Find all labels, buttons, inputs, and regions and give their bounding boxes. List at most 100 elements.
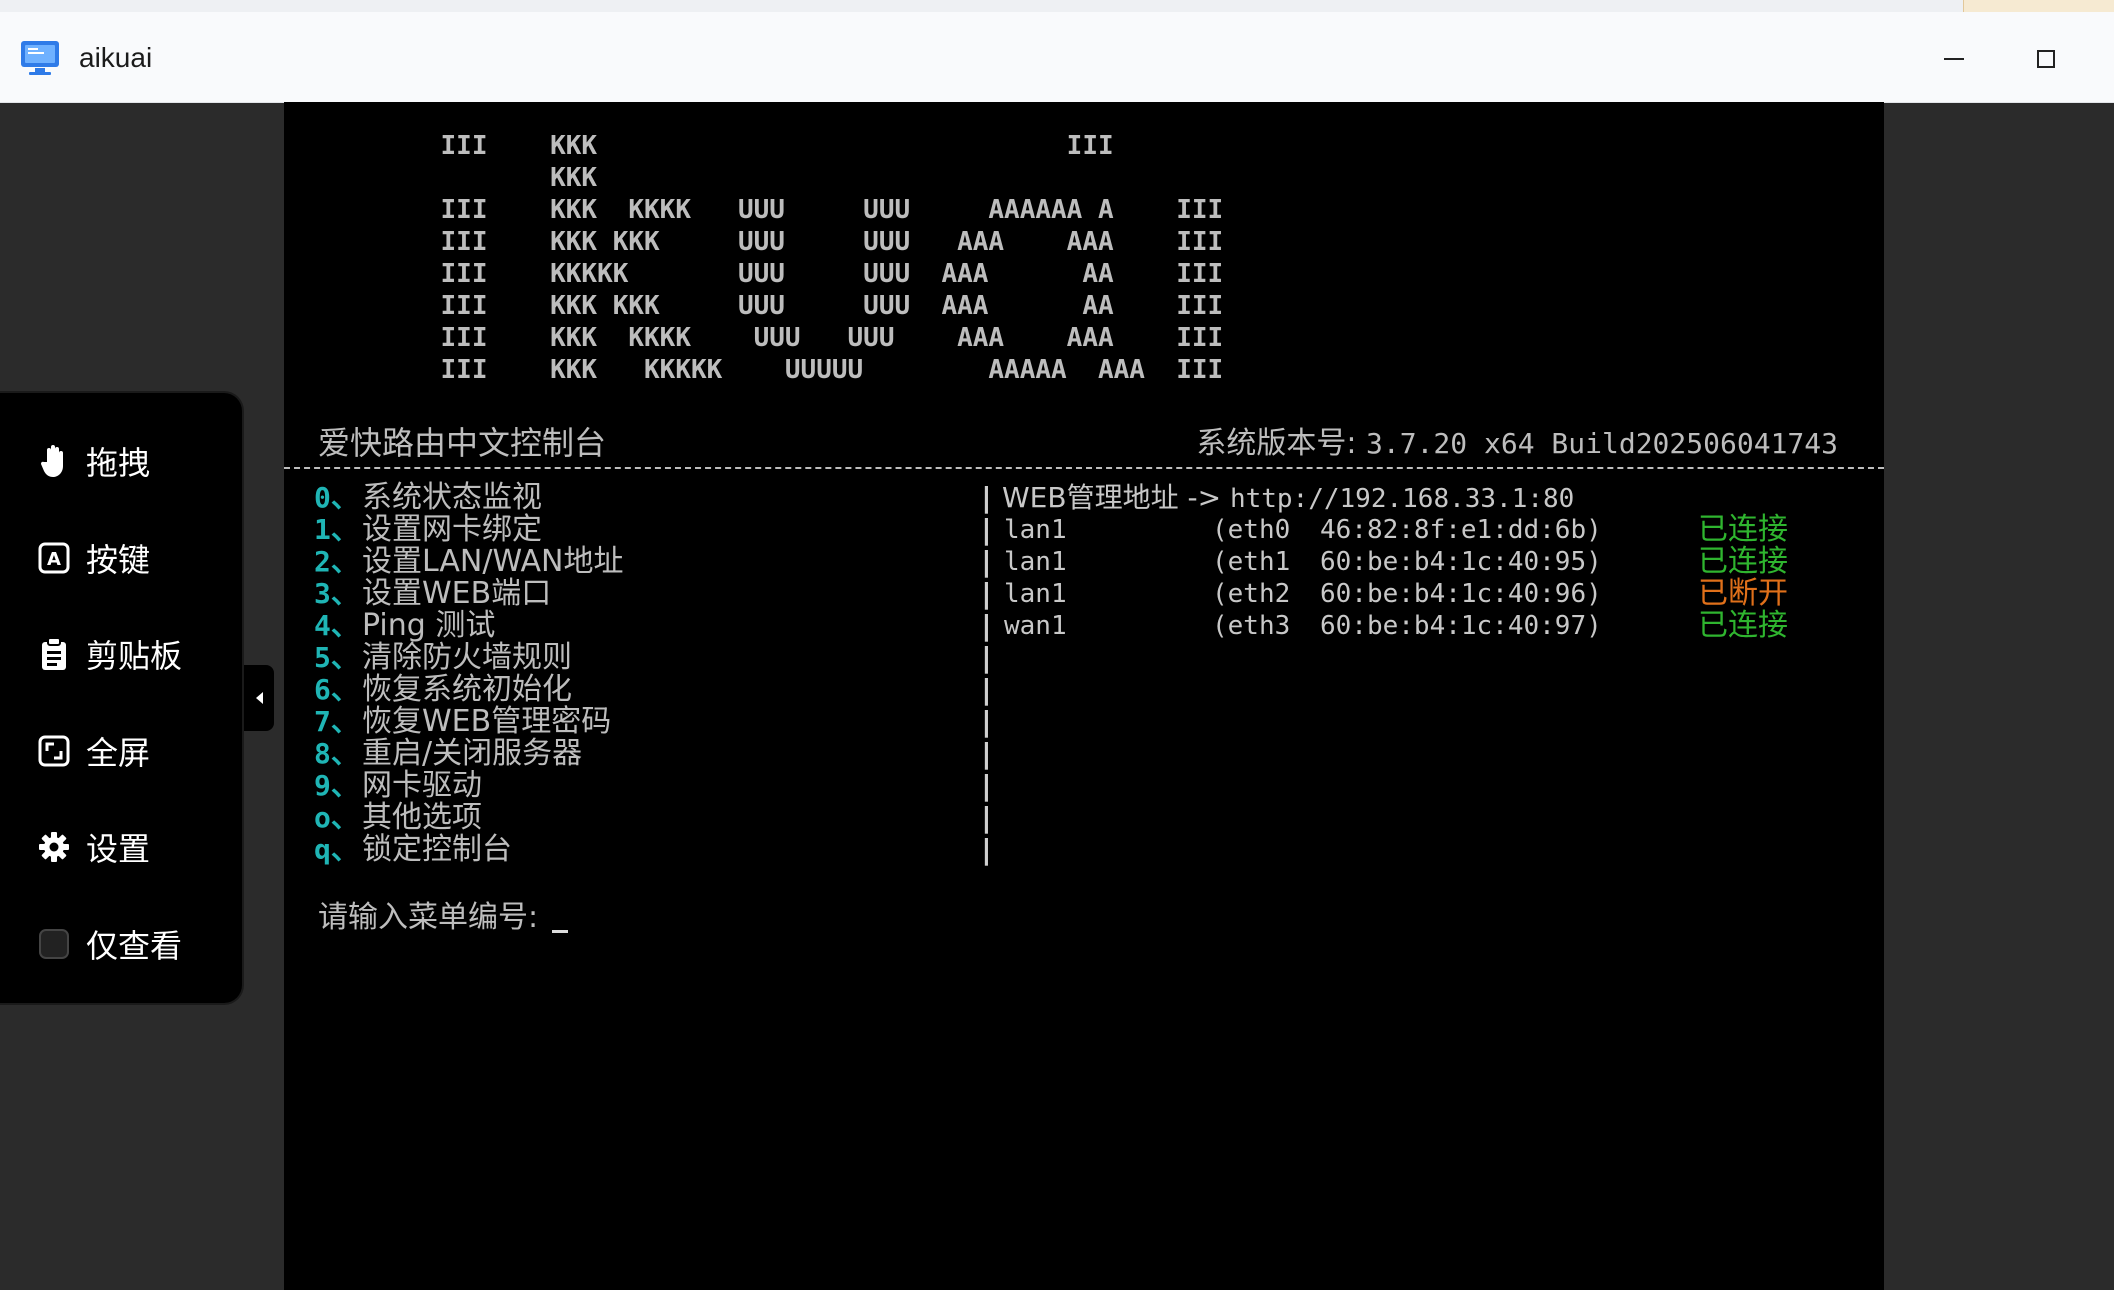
sidebar-item-settings[interactable]: 设置 xyxy=(36,822,150,872)
interface-mac: 46:82:8f:e1:dd:6b) xyxy=(1320,515,1602,545)
menu-item: 2、 设置LAN/WAN地址 xyxy=(314,546,623,578)
menu-text: 设置LAN/WAN地址 xyxy=(362,544,624,579)
interface-name: wan1 xyxy=(1004,611,1067,641)
menu-key: 4、 xyxy=(314,609,359,642)
sidebar-collapse-button[interactable] xyxy=(244,665,274,731)
sidebar-item-label: 拖拽 xyxy=(86,444,151,482)
sidebar-item-drag[interactable]: 拖拽 xyxy=(36,436,150,486)
divider xyxy=(284,467,1884,469)
menu-item: 8、 重启/关闭服务器 xyxy=(314,738,623,770)
web-admin-address: WEB管理地址 -> http://192.168.33.1:80 xyxy=(1002,481,1575,515)
top-strip-accent xyxy=(1963,0,2114,12)
menu-text: 网卡驱动 xyxy=(362,768,482,803)
menu-text: 清除防火墙规则 xyxy=(362,640,572,675)
clipboard-icon xyxy=(36,636,72,672)
interface-eth: (eth3 xyxy=(1212,611,1291,641)
menu-list: 0、 系统状态监视 1、 设置网卡绑定 2、 设置LAN/WAN地址 3、 设置WEB端… xyxy=(314,482,623,866)
version-info: 系统版本号: 3.7.20 x64 Build202506041743 xyxy=(1196,418,1838,462)
status-connected: 已连接 xyxy=(1698,544,1788,579)
menu-text: Ping 测试 xyxy=(362,608,496,643)
status-connected: 已连接 xyxy=(1698,608,1788,643)
interface-name: lan1 xyxy=(1004,579,1067,609)
menu-item: 7、 恢复WEB管理密码 xyxy=(314,706,623,738)
menu-key: 0、 xyxy=(314,481,359,514)
menu-key: 6、 xyxy=(314,673,359,706)
interface-row: lan1 (eth1 60:be:b4:1c:40:95) 已连接 xyxy=(1002,546,1788,578)
interface-eth: (eth2 xyxy=(1212,579,1291,609)
interface-row: wan1 (eth3 60:be:b4:1c:40:97) 已连接 xyxy=(1002,610,1788,642)
interface-name: lan1 xyxy=(1004,547,1067,577)
sidebar-item-label: 全屏 xyxy=(86,734,151,772)
menu-key: o、 xyxy=(314,801,359,834)
menu-key: 8、 xyxy=(314,737,359,770)
menu-key: 7、 xyxy=(314,705,359,738)
menu-item: 5、 清除防火墙规则 xyxy=(314,642,623,674)
interface-row: lan1 (eth0 46:82:8f:e1:dd:6b) 已连接 xyxy=(1002,514,1788,546)
menu-item: 0、 系统状态监视 xyxy=(314,482,623,514)
menu-prompt[interactable]: 请输入菜单编号: xyxy=(318,892,569,936)
menu-item: o、 其他选项 xyxy=(314,802,623,834)
svg-text:A: A xyxy=(47,549,61,570)
menu-text: 其他选项 xyxy=(362,800,482,835)
menu-item: 1、 设置网卡绑定 xyxy=(314,514,623,546)
menu-key: q、 xyxy=(314,833,359,866)
window-title: aikuai xyxy=(79,42,153,73)
menu-text: 设置WEB端口 xyxy=(362,576,552,611)
fullscreen-icon xyxy=(36,733,72,769)
text-cursor xyxy=(552,930,569,933)
sidebar-item-view-only[interactable]: 仅查看 xyxy=(36,919,182,969)
menu-key: 1、 xyxy=(314,513,359,546)
sidebar-item-label: 剪贴板 xyxy=(86,637,183,675)
minimize-button[interactable] xyxy=(1926,34,1982,84)
status-connected: 已连接 xyxy=(1698,512,1788,547)
view-only-checkbox[interactable] xyxy=(39,929,69,959)
title-bar: aikuai xyxy=(0,12,2114,103)
interface-eth: (eth1 xyxy=(1212,547,1291,577)
status-disconnected: 已断开 xyxy=(1698,576,1788,611)
menu-key: 3、 xyxy=(314,577,359,610)
sidebar-item-keys[interactable]: A 按键 xyxy=(36,533,150,583)
sidebar-item-label: 设置 xyxy=(86,830,151,868)
maximize-button[interactable] xyxy=(2018,34,2074,84)
sidebar-item-label: 按键 xyxy=(86,541,151,579)
menu-item: q、 锁定控制台 xyxy=(314,834,623,866)
version-value: 3.7.20 x64 Build202506041743 xyxy=(1365,427,1838,460)
ascii-logo: III KKK III KKK III KKK KKKK UUU UUU AAA… xyxy=(440,131,1224,385)
interface-eth: (eth0 xyxy=(1212,515,1291,545)
column-separator: | | | | | | | | | | | | xyxy=(978,481,995,866)
checkbox-wrap xyxy=(36,926,72,962)
interface-mac: 60:be:b4:1c:40:95) xyxy=(1320,547,1602,577)
prompt-label: 请输入菜单编号: xyxy=(318,900,539,935)
minimize-icon xyxy=(1944,58,1964,60)
chevron-left-icon xyxy=(255,692,263,704)
terminal-console[interactable]: III KKK III KKK III KKK KKKK UUU UUU AAA… xyxy=(284,102,1884,1290)
menu-text: 恢复WEB管理密码 xyxy=(362,704,612,739)
menu-item: 4、 Ping 测试 xyxy=(314,610,623,642)
web-admin-url: http://192.168.33.1:80 xyxy=(1229,484,1575,514)
menu-key: 5、 xyxy=(314,641,359,674)
menu-text: 恢复系统初始化 xyxy=(362,672,572,707)
menu-text: 锁定控制台 xyxy=(362,832,512,867)
gear-icon xyxy=(36,829,72,865)
hand-icon xyxy=(36,443,72,479)
web-admin-label: WEB管理地址 -> xyxy=(1002,481,1230,514)
console-title: 爱快路由中文控制台 xyxy=(318,424,607,462)
interface-mac: 60:be:b4:1c:40:96) xyxy=(1320,579,1602,609)
sidebar-item-clipboard[interactable]: 剪贴板 xyxy=(36,629,182,679)
network-panel: WEB管理地址 -> http://192.168.33.1:80 lan1 (e… xyxy=(1002,481,1788,642)
sidebar-item-fullscreen[interactable]: 全屏 xyxy=(36,726,150,776)
menu-item: 6、 恢复系统初始化 xyxy=(314,674,623,706)
interface-mac: 60:be:b4:1c:40:97) xyxy=(1320,611,1602,641)
interface-row: lan1 (eth2 60:be:b4:1c:40:96) 已断开 xyxy=(1002,578,1788,610)
app-monitor-icon xyxy=(20,40,60,76)
menu-text: 重启/关闭服务器 xyxy=(362,736,583,771)
maximize-icon xyxy=(2037,50,2055,68)
menu-key: 2、 xyxy=(314,545,359,578)
interface-name: lan1 xyxy=(1004,515,1067,545)
menu-text: 系统状态监视 xyxy=(362,480,542,515)
keyboard-key-icon: A xyxy=(36,540,72,576)
menu-key: 9、 xyxy=(314,769,359,802)
menu-item: 9、 网卡驱动 xyxy=(314,770,623,802)
version-label: 系统版本号: xyxy=(1196,426,1366,461)
menu-text: 设置网卡绑定 xyxy=(362,512,542,547)
